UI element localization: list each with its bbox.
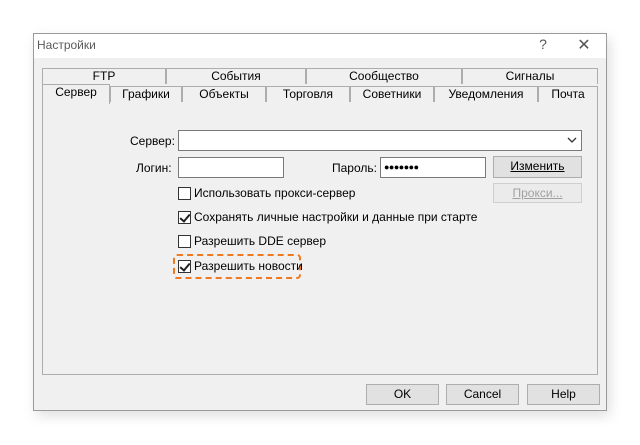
use-proxy-checkbox[interactable] xyxy=(178,187,191,200)
save-settings-label: Сохранять личные настройки и данные при … xyxy=(194,210,478,224)
tab-notifications[interactable]: Уведомления xyxy=(434,86,538,102)
ok-button[interactable]: OK xyxy=(366,384,439,405)
close-icon[interactable]: ✕ xyxy=(574,35,594,55)
login-label: Логин: xyxy=(136,161,172,175)
help-button[interactable]: Help xyxy=(527,384,600,405)
title-bar: Настройки ? ✕ xyxy=(34,34,606,58)
enable-news-label: Разрешить новости xyxy=(194,259,303,273)
login-input[interactable] xyxy=(178,157,284,178)
change-button-label: Изменить xyxy=(510,159,565,173)
tab-experts[interactable]: Советники xyxy=(350,86,434,102)
tab-charts[interactable]: Графики xyxy=(110,86,182,102)
chevron-down-icon[interactable] xyxy=(567,137,577,144)
enable-news-checkbox[interactable] xyxy=(178,260,191,273)
tab-objects[interactable]: Объекты xyxy=(182,86,266,102)
use-proxy-label: Использовать прокси-сервер xyxy=(194,186,356,200)
password-label: Пароль: xyxy=(332,161,377,175)
tab-server[interactable]: Сервер xyxy=(42,84,110,104)
proxy-button[interactable]: Прокси... xyxy=(493,183,582,203)
server-combobox[interactable] xyxy=(178,130,582,151)
tab-trade[interactable]: Торговля xyxy=(266,86,350,102)
change-button[interactable]: Изменить xyxy=(493,156,582,178)
server-label: Сервер: xyxy=(130,134,175,148)
help-icon[interactable]: ? xyxy=(535,36,551,54)
tab-ftp[interactable]: FTP xyxy=(42,68,166,84)
password-input[interactable]: ●●●●●●● xyxy=(380,157,486,178)
tab-events[interactable]: События xyxy=(166,68,306,84)
cancel-button[interactable]: Cancel xyxy=(446,384,519,405)
enable-dde-checkbox[interactable] xyxy=(178,235,191,248)
tab-signals[interactable]: Сигналы xyxy=(462,68,598,84)
save-settings-checkbox[interactable] xyxy=(178,211,191,224)
tab-mail[interactable]: Почта xyxy=(538,86,598,102)
tab-community[interactable]: Сообщество xyxy=(306,68,462,84)
window-title: Настройки xyxy=(37,38,96,52)
proxy-button-label: Прокси... xyxy=(512,186,563,200)
enable-dde-label: Разрешить DDE сервер xyxy=(194,234,327,248)
settings-dialog: Настройки ? ✕ FTP События Сообщество Сиг… xyxy=(33,33,607,411)
